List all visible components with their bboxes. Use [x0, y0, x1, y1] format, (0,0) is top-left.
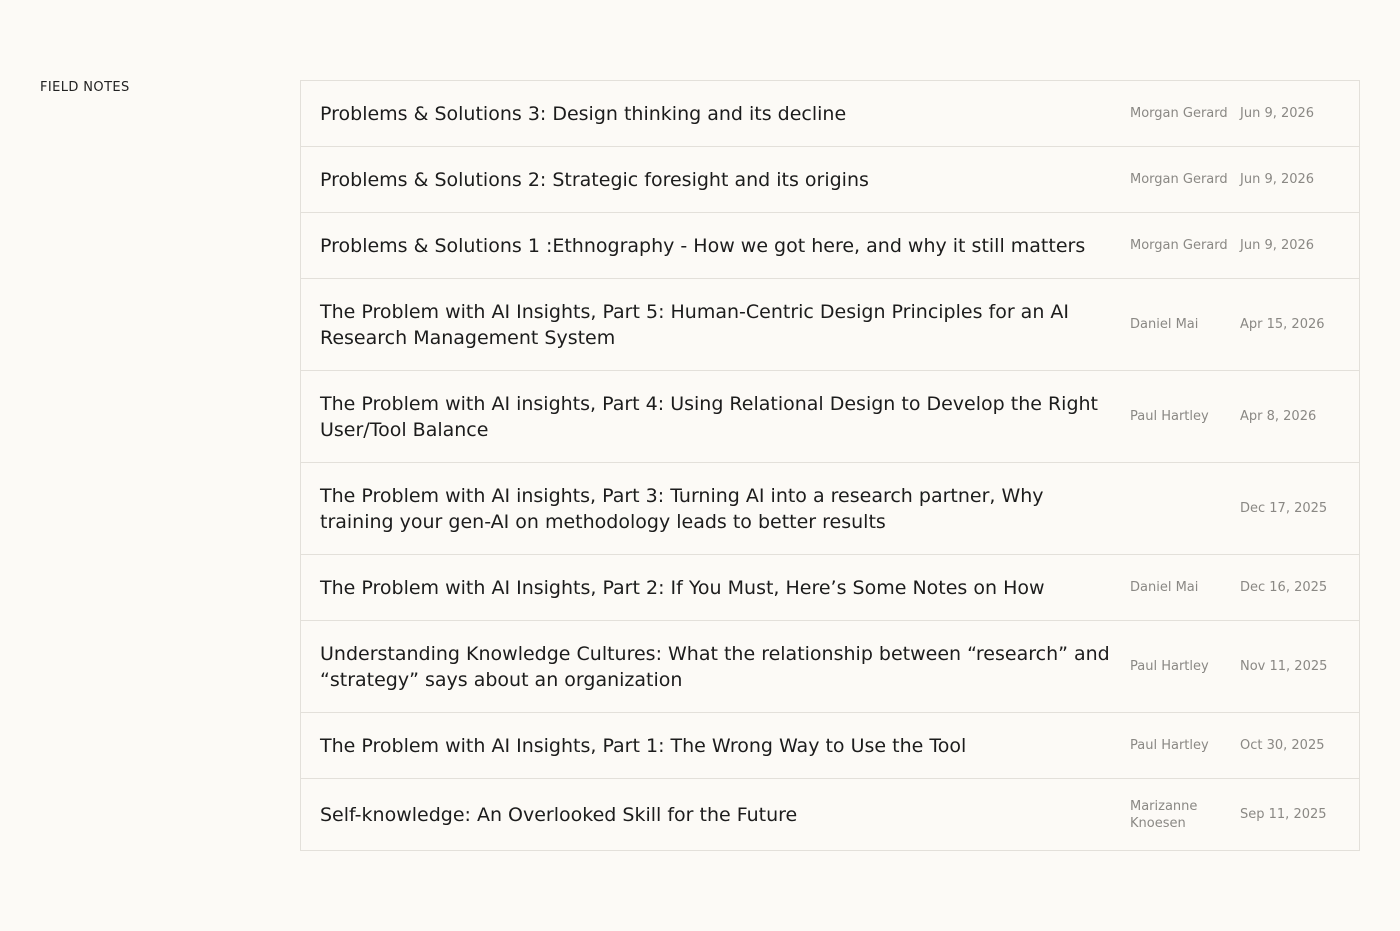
article-row-1[interactable]: Problems & Solutions 3: Design thinking …	[301, 81, 1359, 147]
field-notes-page: FIELD NOTES Problems & Solutions 3: Desi…	[0, 0, 1400, 931]
article-author: Morgan Gerard	[1130, 172, 1228, 187]
article-title[interactable]: Understanding Knowledge Cultures: What t…	[320, 641, 1120, 693]
article-row-6[interactable]: The Problem with AI insights, Part 3: Tu…	[301, 463, 1359, 555]
article-date: Apr 8, 2026	[1240, 409, 1317, 424]
article-date: Dec 17, 2025	[1240, 501, 1328, 516]
article-date: Jun 9, 2026	[1240, 172, 1315, 187]
article-author: Paul Hartley	[1130, 659, 1209, 674]
article-author: Morgan Gerard	[1130, 238, 1228, 253]
article-author: Paul Hartley	[1130, 738, 1209, 753]
article-title[interactable]: The Problem with AI Insights, Part 2: If…	[320, 575, 1120, 601]
article-author: Paul Hartley	[1130, 409, 1209, 424]
article-row-5[interactable]: The Problem with AI insights, Part 4: Us…	[301, 371, 1359, 463]
article-row-8[interactable]: Understanding Knowledge Cultures: What t…	[301, 621, 1359, 713]
article-title[interactable]: The Problem with AI Insights, Part 1: Th…	[320, 733, 1120, 759]
article-row-9[interactable]: The Problem with AI Insights, Part 1: Th…	[301, 713, 1359, 779]
article-title[interactable]: Self-knowledge: An Overlooked Skill for …	[320, 802, 1120, 828]
article-date: Oct 30, 2025	[1240, 738, 1325, 753]
article-row-4[interactable]: The Problem with AI Insights, Part 5: Hu…	[301, 279, 1359, 371]
section-label: FIELD NOTES	[40, 80, 130, 95]
article-title[interactable]: Problems & Solutions 1 :Ethnography - Ho…	[320, 233, 1120, 259]
article-list: Problems & Solutions 3: Design thinking …	[300, 80, 1360, 851]
article-author: Daniel Mai	[1130, 317, 1199, 332]
article-row-3[interactable]: Problems & Solutions 1 :Ethnography - Ho…	[301, 213, 1359, 279]
article-row-7[interactable]: The Problem with AI Insights, Part 2: If…	[301, 555, 1359, 621]
article-row-10[interactable]: Self-knowledge: An Overlooked Skill for …	[301, 779, 1359, 851]
article-title[interactable]: The Problem with AI Insights, Part 5: Hu…	[320, 299, 1120, 351]
article-author: Marizanne Knoesen	[1130, 798, 1198, 831]
article-author: Morgan Gerard	[1130, 106, 1228, 121]
article-row-2[interactable]: Problems & Solutions 2: Strategic foresi…	[301, 147, 1359, 213]
article-title[interactable]: Problems & Solutions 2: Strategic foresi…	[320, 167, 1120, 193]
article-title[interactable]: The Problem with AI insights, Part 3: Tu…	[320, 483, 1120, 535]
article-date: Jun 9, 2026	[1240, 106, 1315, 121]
article-author: Daniel Mai	[1130, 580, 1199, 595]
article-date: Nov 11, 2025	[1240, 659, 1328, 674]
article-date: Apr 15, 2026	[1240, 317, 1325, 332]
article-title[interactable]: Problems & Solutions 3: Design thinking …	[320, 101, 1120, 127]
article-date: Jun 9, 2026	[1240, 238, 1315, 253]
article-date: Dec 16, 2025	[1240, 580, 1328, 595]
article-date: Sep 11, 2025	[1240, 807, 1327, 822]
article-title[interactable]: The Problem with AI insights, Part 4: Us…	[320, 391, 1120, 443]
